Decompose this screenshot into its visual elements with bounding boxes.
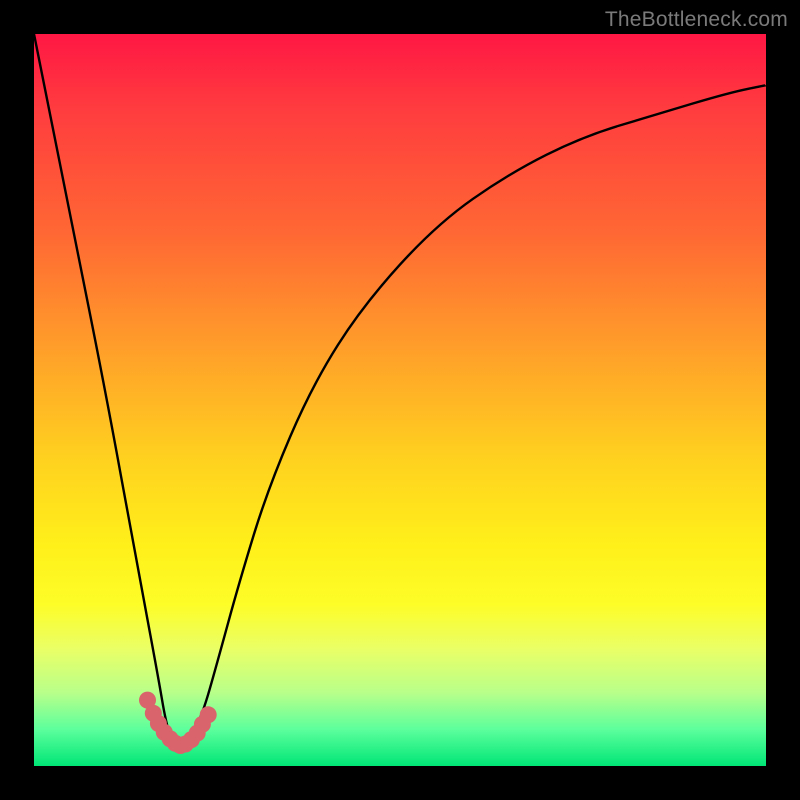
bottleneck-curve [34,34,766,750]
watermark-text: TheBottleneck.com [605,8,788,32]
plot-area [34,34,766,766]
highlight-dot [200,706,217,723]
bottleneck-curve-svg [34,34,766,766]
chart-frame: TheBottleneck.com [0,0,800,800]
